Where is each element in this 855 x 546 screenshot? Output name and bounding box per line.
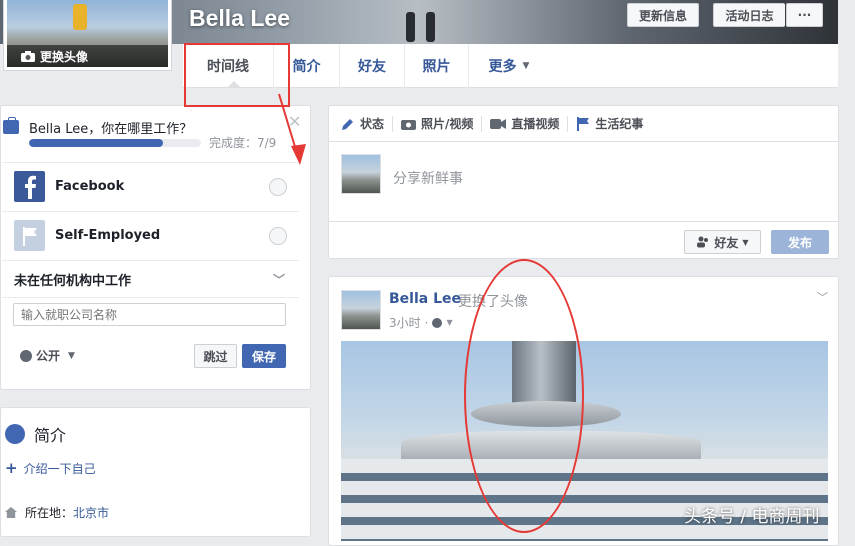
composer-tab-status[interactable]: 状态 (341, 115, 394, 132)
tab-more-label: 更多 (488, 58, 517, 75)
option-self-employed-radio[interactable] (269, 227, 287, 245)
location-label: 所在地： (25, 506, 74, 520)
add-bio-link[interactable]: + 介绍一下自己 (5, 459, 96, 477)
intro-title: 简介 (34, 426, 67, 445)
add-bio-label: 介绍一下自己 (23, 462, 96, 476)
composer-tab-life-event[interactable]: 生活纪事 (576, 116, 651, 132)
composer-input[interactable]: 分享新鲜事 (393, 168, 463, 188)
globe-icon (5, 424, 25, 444)
annotation-ellipse (464, 259, 584, 533)
watermark: 头条号 / 电商周刊 (684, 507, 820, 527)
option-facebook-radio[interactable] (269, 178, 287, 196)
chevron-down-icon: ▼ (522, 60, 530, 71)
composer-tabs: 状态 照片/视频 直播视频 生活纪事 (329, 106, 838, 142)
completion-progress-bar (29, 139, 201, 147)
chevron-down-icon[interactable]: ▼ (446, 318, 452, 327)
annotation-arrow (278, 93, 306, 165)
composer-tab-live-video[interactable]: 直播视频 (490, 115, 569, 132)
save-button[interactable]: 保存 (242, 344, 286, 368)
post-options-icon[interactable]: ﹀ (817, 289, 828, 305)
tab-friends-label: 好友 (358, 58, 386, 75)
post-composer: 状态 照片/视频 直播视频 生活纪事 分享新鲜事 好友 ▼ 发布 (328, 105, 839, 259)
flag-icon (14, 220, 45, 251)
no-organization-option[interactable]: 未在任何机构中工作 ﹀ (2, 260, 299, 298)
option-self-employed[interactable]: Self-Employed (2, 211, 299, 259)
more-options-button[interactable]: ··· (786, 3, 823, 27)
composer-tab-photo-video-label: 照片/视频 (421, 117, 474, 131)
composer-tab-live-video-label: 直播视频 (511, 117, 560, 131)
building-facade (341, 459, 828, 541)
profile-avatar[interactable]: 更换头像 (4, 0, 171, 70)
progress-fill (29, 139, 163, 147)
video-icon (490, 118, 507, 129)
option-self-employed-label: Self-Employed (55, 228, 161, 243)
tab-friends[interactable]: 好友 (340, 43, 405, 88)
composer-tab-life-event-label: 生活纪事 (595, 117, 644, 131)
composer-tab-photo-video[interactable]: 照片/视频 (401, 115, 483, 132)
camera-icon (401, 119, 417, 130)
cover-figure (398, 0, 444, 44)
update-info-button[interactable]: 更新信息 (627, 3, 699, 27)
pencil-icon (342, 118, 353, 130)
post-author[interactable]: Bella Lee (389, 291, 461, 307)
camera-icon (21, 50, 35, 62)
avatar[interactable] (341, 290, 381, 330)
work-question: Bella Lee，你在哪里工作？ (29, 122, 193, 137)
post-button[interactable]: 发布 (771, 230, 829, 254)
no-organization-label: 未在任何机构中工作 (14, 273, 132, 289)
post-meta: 3小时 · ▼ (389, 314, 453, 331)
completion-text: 完成度：7/9 (209, 136, 277, 150)
globe-icon[interactable] (432, 317, 443, 328)
home-icon (5, 507, 17, 518)
audience-selector[interactable]: 好友 ▼ (684, 230, 761, 254)
flag-icon (577, 116, 590, 131)
briefcase-icon (3, 117, 19, 134)
privacy-label: 公开 (36, 349, 61, 363)
profile-name[interactable]: Bella Lee (189, 5, 290, 32)
activity-log-button[interactable]: 活动日志 (713, 3, 785, 27)
composer-tab-status-label: 状态 (360, 117, 385, 131)
tab-more[interactable]: 更多 ▼ (469, 44, 549, 88)
tab-photos-label: 照片 (422, 58, 451, 75)
change-photo-button[interactable]: 更换头像 (7, 45, 168, 67)
tab-photos[interactable]: 照片 (405, 43, 469, 88)
option-facebook-label: Facebook (55, 179, 125, 194)
change-photo-label: 更换头像 (40, 49, 89, 64)
company-name-input[interactable] (13, 303, 286, 326)
option-facebook[interactable]: Facebook (2, 162, 299, 210)
globe-icon (20, 349, 32, 362)
skip-button[interactable]: 跳过 (194, 344, 237, 368)
privacy-selector[interactable]: 公开 ▼ (20, 347, 75, 364)
chevron-down-icon: ﹀ (272, 273, 285, 287)
facebook-logo-icon (14, 171, 45, 202)
chevron-down-icon: ▼ (68, 350, 75, 361)
audience-label: 好友 (714, 235, 739, 250)
intro-card: 简介 + 介绍一下自己 所在地：北京市 (0, 407, 311, 537)
avatar (341, 154, 381, 194)
work-prompt-header: Bella Lee，你在哪里工作？ ✕ 完成度：7/9 (1, 106, 310, 162)
chevron-down-icon: ▼ (742, 237, 749, 247)
friends-icon (697, 236, 709, 248)
tab-about-label: 简介 (292, 58, 321, 75)
location-link[interactable]: 北京市 (73, 506, 109, 520)
plus-icon: + (5, 459, 18, 477)
post-time[interactable]: 3小时 (389, 314, 421, 331)
composer-footer: 好友 ▼ 发布 (329, 221, 838, 259)
location-row: 所在地：北京市 (5, 504, 109, 521)
